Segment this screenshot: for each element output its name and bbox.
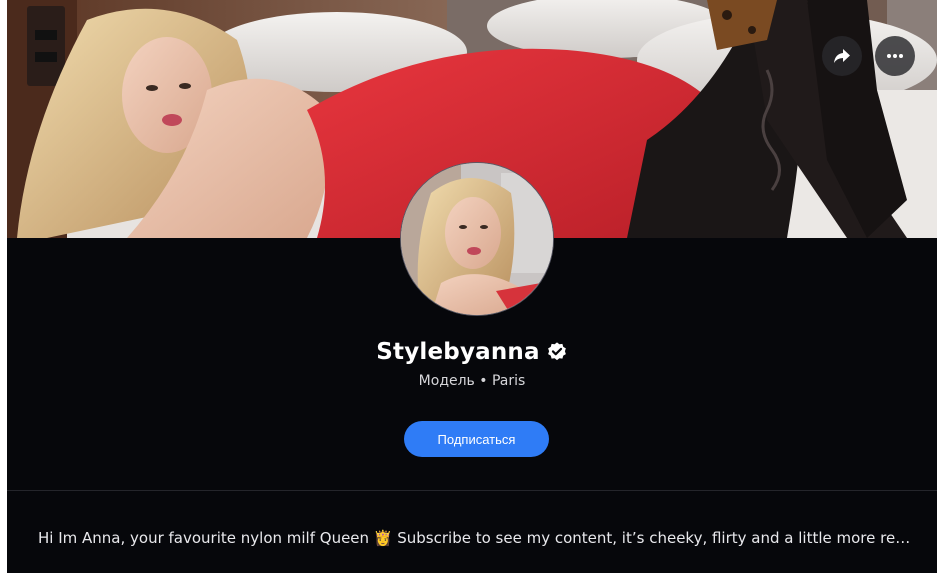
avatar-image: [401, 163, 553, 315]
profile-bio: Hi Im Anna, your favourite nylon milf Qu…: [38, 529, 915, 547]
profile-page: Stylebyanna Модель • Paris Подписаться H…: [7, 0, 937, 573]
profile-subtitle: Модель • Paris: [418, 373, 526, 389]
profile-name: Stylebyanna: [376, 339, 540, 365]
share-icon: [834, 49, 850, 63]
more-icon: [887, 54, 903, 58]
avatar[interactable]: [400, 162, 554, 316]
divider: [7, 490, 937, 491]
verified-badge-icon: [547, 342, 566, 361]
subscribe-button[interactable]: Подписаться: [404, 421, 549, 457]
profile-name-row: Stylebyanna: [7, 334, 937, 370]
more-options-button[interactable]: [875, 36, 915, 76]
share-button[interactable]: [822, 36, 862, 76]
